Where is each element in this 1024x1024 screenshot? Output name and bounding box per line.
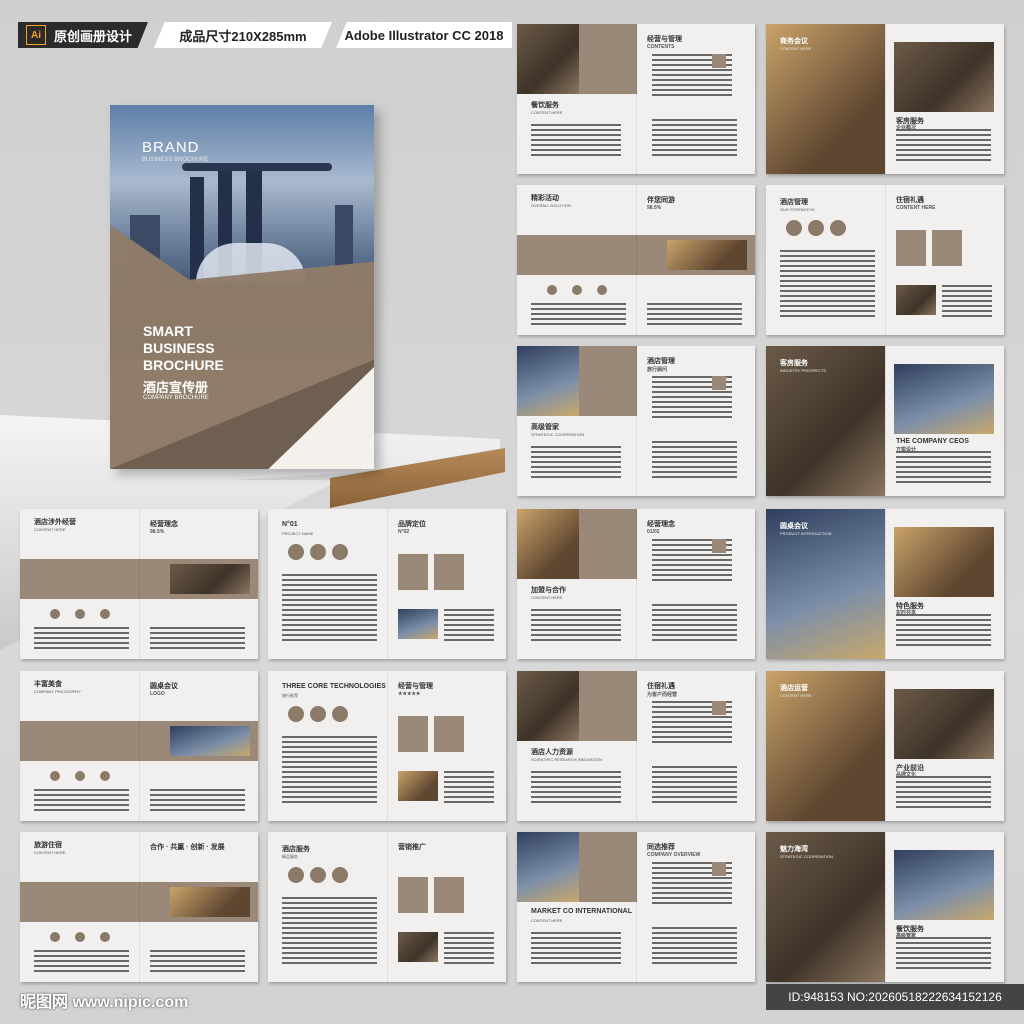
spread-title: 精彩活动 (531, 195, 559, 202)
spread-subtitle: CONTENT HERE (34, 527, 66, 532)
spread-title: 客房服务 (780, 360, 808, 367)
spread-extra: 实时共享 (896, 610, 917, 616)
spread-title-2: 品牌定位 (398, 521, 426, 528)
spread-title-2: 住宿礼遇 (647, 683, 675, 690)
cover-brand-sub: BUSINESS BROCHURE (142, 157, 209, 163)
spread-subtitle: CONTENT HERE (531, 110, 563, 115)
spread-title-2: 伴您同游 (647, 197, 675, 204)
spread-3: 精彩活动 OVERALL SOLUTION 伴您同游 98.5% (517, 185, 755, 335)
spread-subtitle: PRODUCT INTRODUCTION (780, 531, 832, 536)
spread-title: MARKET CO INTERNATIONAL (531, 908, 632, 915)
spread-title: 酒店运营 (780, 685, 808, 692)
spread-11: 丰富美食 COMPANY PHILOSOPHY 圆桌会议 LOGO (20, 671, 258, 821)
spread-subtitle: INDUSTRY PROSPECTS (780, 368, 827, 373)
spread-subtitle: PROJECT NAME (282, 531, 314, 536)
spread-title: 酒店人力资源 (531, 749, 573, 756)
cover-headline: SMART BUSINESS BROCHURE (143, 323, 224, 373)
spread-extra: COMPANY OVERVIEW (647, 852, 701, 858)
tag-original-design: Ai 原创画册设计 (18, 22, 148, 48)
spread-extra: 品牌文化 (896, 772, 917, 778)
spread-subtitle: STRATEGIC COOPERATION (531, 432, 584, 437)
spread-subtitle: 精品服务 (282, 854, 298, 859)
spread-10: 圆桌会议 PRODUCT INTRODUCTION 特色服务 实时共享 (766, 509, 1004, 659)
spread-15: 旅游住宿 CONTENT HERE 合作 · 共赢 · 创新 · 发展 (20, 832, 258, 982)
spread-9: 加盟与合作 CONTENT HERE 经营理念 01/02 (517, 509, 755, 659)
watermark: 昵图网 www.nipic.com (20, 994, 189, 1011)
tag-size: 成品尺寸210X285mm (154, 22, 332, 48)
spread-title: 加盟与合作 (531, 587, 566, 594)
spread-1: 餐饮服务 CONTENT HERE 经营与管理 CONTENTS (517, 24, 755, 174)
spread-7: 酒店涉外经营 CONTENT HERE 经营理念 98.5% (20, 509, 258, 659)
spread-8: N°01 PROJECT NAME 品牌定位 N°02 (268, 509, 506, 659)
spread-6: 客房服务 INDUSTRY PROSPECTS THE COMPANY CEOS… (766, 346, 1004, 496)
spread-title: 酒店管理 (780, 199, 808, 206)
spread-title-2: 经营与管理 (647, 36, 682, 43)
spread-title-2: 经营理念 (150, 521, 178, 528)
spread-title-2: THE COMPANY CEOS (896, 438, 969, 445)
spread-title: N°01 (282, 521, 298, 528)
spread-title-2: 经营理念 (647, 521, 675, 528)
cover-company: COMPANY BROCHURE (143, 395, 209, 401)
spread-title: 圆桌会议 (780, 523, 808, 530)
spread-subtitle: CONTENT HERE (34, 850, 66, 855)
tag-software: Adobe Illustrator CC 2018 (336, 22, 512, 48)
tag-original-design-label: 原创画册设计 (54, 28, 133, 44)
spread-subtitle: CONTENT HERE (531, 595, 563, 600)
spread-title-2: 营销推广 (398, 844, 426, 851)
spread-extra: 方案设计 (896, 447, 917, 453)
spread-extra: 01/02 (647, 529, 660, 535)
spread-17: MARKET CO INTERNATIONAL CONTENT HERE 同选推… (517, 832, 755, 982)
spread-title-2: 酒店管理 (647, 358, 675, 365)
spread-extra: CONTENT HERE (896, 205, 936, 211)
spread-title-2: 圆桌会议 (150, 683, 178, 690)
spread-subtitle: CONTENT HERE (780, 46, 812, 51)
spread-subtitle: SCIENTIFIC RESEARCH INNOVATION (531, 757, 602, 762)
spread-extra: 高级管家 (896, 933, 917, 939)
spread-extra: 98.5% (150, 529, 165, 535)
spread-subtitle: 旅行推荐 (282, 693, 298, 698)
spread-16: 酒店服务 精品服务 营销推广 (268, 832, 506, 982)
id-bar: ID:948153 NO:20260518222634152126 (766, 984, 1024, 1010)
spread-extra: N°02 (398, 529, 410, 535)
spread-12: THREE CORE TECHNOLOGIES 旅行推荐 经营与管理 ★★★★★ (268, 671, 506, 821)
spread-subtitle: COMPANY PHILOSOPHY (34, 689, 81, 694)
spread-title-2: 合作 · 共赢 · 创新 · 发展 (150, 844, 225, 851)
spread-title: 商务会议 (780, 38, 808, 45)
spread-extra: 98.5% (647, 205, 662, 211)
spread-subtitle: OUR STRENGTHS (780, 207, 815, 212)
spread-extra: ★★★★★ (398, 691, 421, 697)
cover-brand: BRAND (142, 139, 200, 156)
spread-14: 酒店运营 CONTENT HERE 产业前沿 品牌文化 (766, 671, 1004, 821)
spread-title: 餐饮服务 (531, 102, 559, 109)
spread-title: 丰富美食 (34, 681, 62, 688)
spread-5: 高级管家 STRATEGIC COOPERATION 酒店管理 旅行顾问 (517, 346, 755, 496)
spread-18: 魅力海湾 STRATEGIC COOPERATION 餐饮服务 高级管家 (766, 832, 1004, 982)
spread-title-2: 经营与管理 (398, 683, 433, 690)
spread-2: 商务会议 CONTENT HERE 客房服务 企业概况 (766, 24, 1004, 174)
spread-title-2: 住宿礼遇 (896, 197, 924, 204)
spread-title: 酒店服务 (282, 846, 310, 853)
spread-title: 高级管家 (531, 424, 559, 431)
illustrator-icon: Ai (26, 25, 46, 45)
spread-subtitle: CONTENT HERE (531, 918, 563, 923)
spread-title: 魅力海湾 (780, 846, 808, 853)
spread-4: 酒店管理 OUR STRENGTHS 住宿礼遇 CONTENT HERE (766, 185, 1004, 335)
spread-13: 酒店人力资源 SCIENTIFIC RESEARCH INNOVATION 住宿… (517, 671, 755, 821)
spread-title: 旅游住宿 (34, 842, 62, 849)
spread-extra: 企业概况 (896, 125, 917, 131)
spread-subtitle: OVERALL SOLUTION (531, 203, 571, 208)
spread-extra: 为客户而经营 (647, 692, 678, 698)
spread-extra: CONTENTS (647, 44, 675, 50)
spread-subtitle: CONTENT HERE (780, 693, 812, 698)
spread-title: THREE CORE TECHNOLOGIES (282, 683, 386, 690)
spread-title: 酒店涉外经营 (34, 519, 76, 526)
spread-subtitle: STRATEGIC COOPERATION (780, 854, 833, 859)
spread-title-2: 同选推荐 (647, 844, 675, 851)
spread-extra: LOGO (150, 691, 165, 697)
brochure-cover: BRAND BUSINESS BROCHURE SMART BUSINESS B… (110, 105, 374, 469)
cover-cn-title: 酒店宣传册 (143, 380, 209, 395)
spread-extra: 旅行顾问 (647, 367, 668, 373)
